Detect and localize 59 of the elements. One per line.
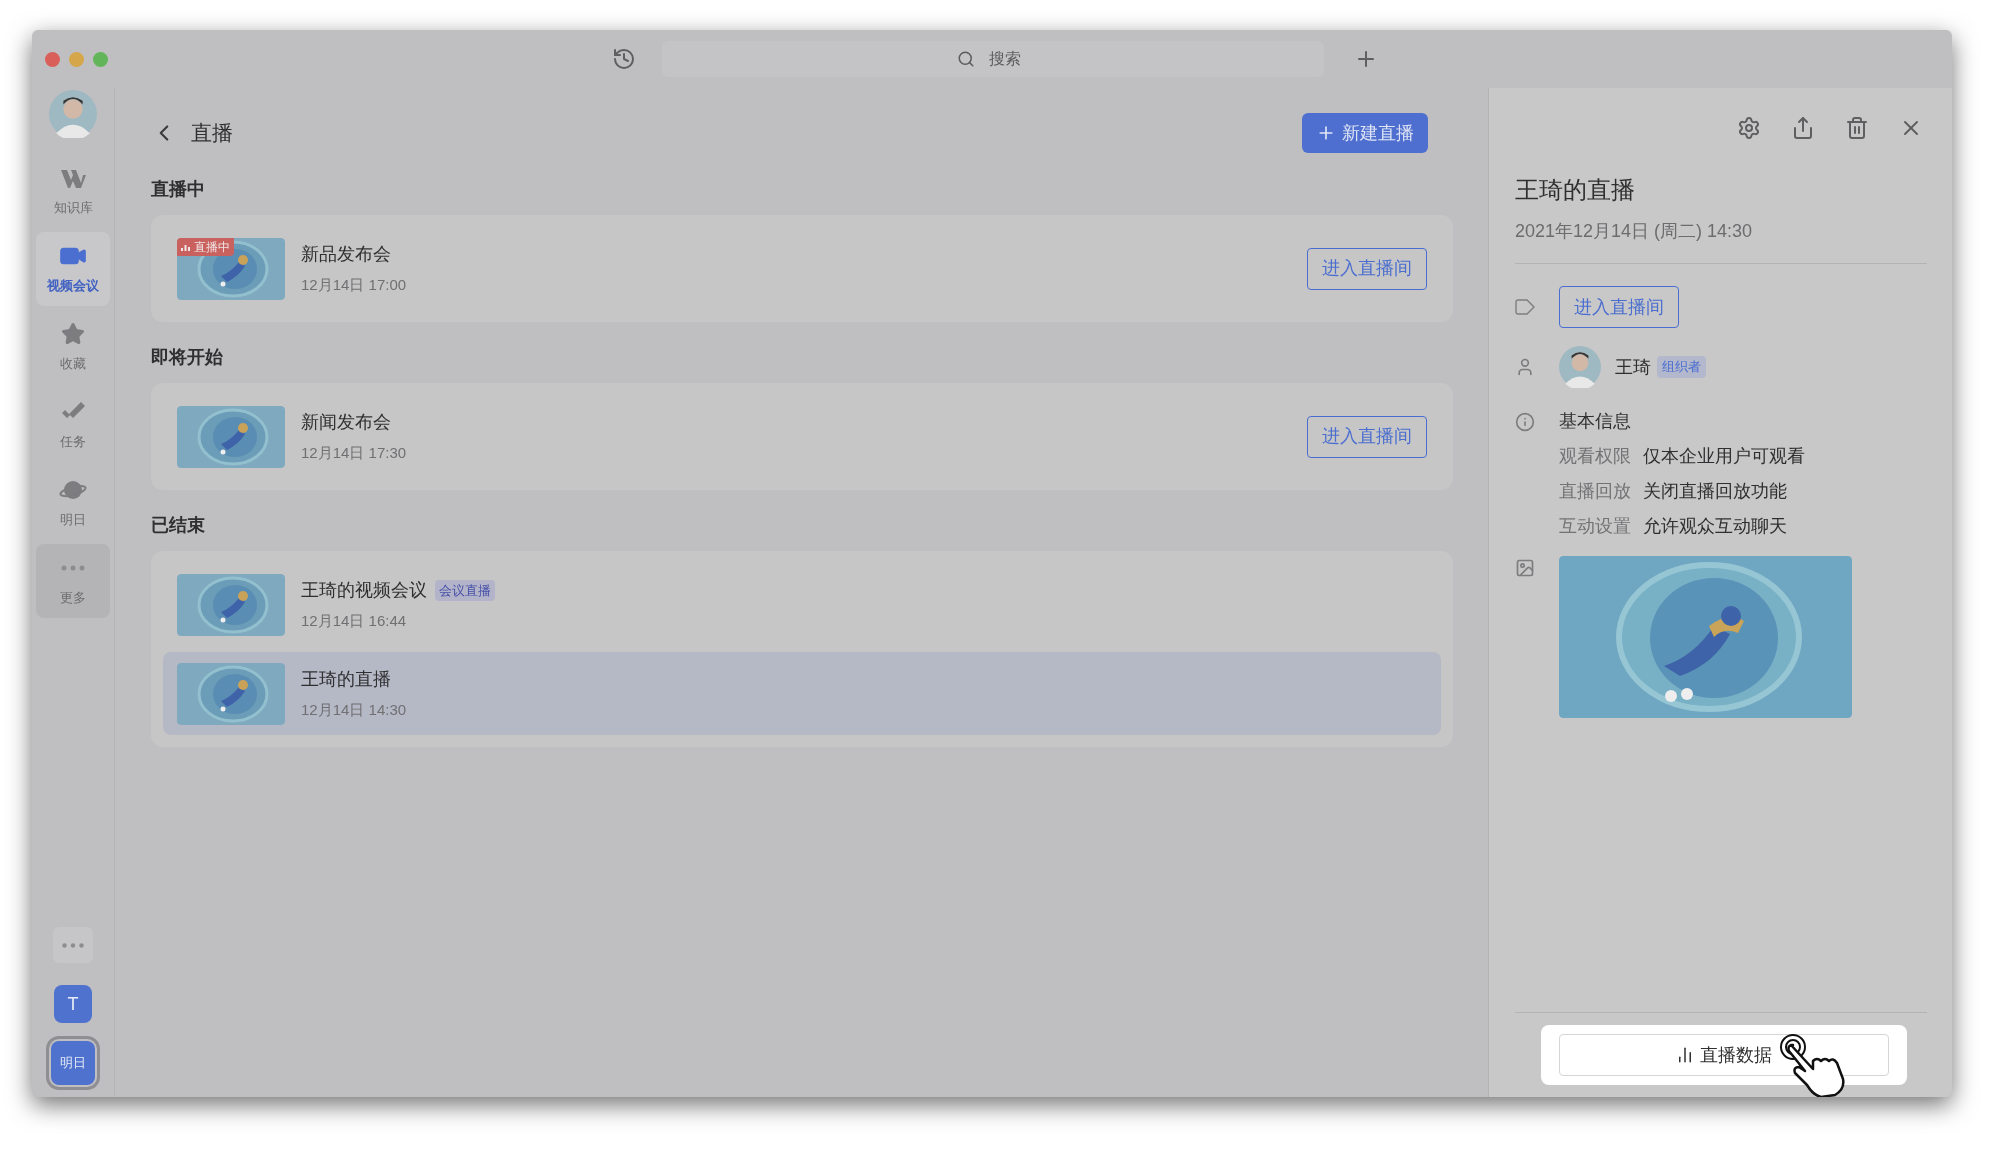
event-row[interactable]: 新闻发布会 12月14日 17:30 进入直播间 xyxy=(163,395,1441,478)
sidebar-item[interactable]: 知识库 xyxy=(36,154,110,228)
section-title: 直播中 xyxy=(151,178,206,201)
app-avatar[interactable]: T xyxy=(54,985,92,1023)
more-icon xyxy=(62,942,84,948)
info-value: 关闭直播回放功能 xyxy=(1643,480,1787,503)
detail-title: 王琦的直播 xyxy=(1515,175,1636,205)
star-icon xyxy=(61,322,85,347)
enter-live-button[interactable]: 进入直播间 xyxy=(1559,286,1679,328)
sidebar-item[interactable]: 视频会议 xyxy=(36,232,110,306)
detail-date: 2021年12月14日 (周二) 14:30 xyxy=(1515,220,1754,243)
history-icon[interactable] xyxy=(612,47,636,71)
sidebar-item[interactable]: 任务 xyxy=(36,388,110,462)
organizer-role-tag: 组织者 xyxy=(1657,356,1706,378)
event-row[interactable]: 王琦的直播 12月14日 14:30 xyxy=(163,652,1441,735)
event-title: 新品发布会 xyxy=(301,242,391,266)
sidebar-item[interactable]: 收藏 xyxy=(36,310,110,384)
event-time: 12月14日 17:00 xyxy=(301,274,407,295)
info-value: 仅本企业用户可观看 xyxy=(1643,445,1805,468)
close-window-button[interactable] xyxy=(45,51,60,67)
enter-live-button[interactable]: 进入直播间 xyxy=(1307,247,1427,290)
share-icon[interactable] xyxy=(1791,116,1815,140)
event-title: 王琦的视频会议 xyxy=(301,578,427,602)
event-time: 12月14日 16:44 xyxy=(301,610,408,631)
event-row[interactable]: 直播中 新品发布会 12月14日 17:00 进入直播间 xyxy=(163,227,1441,310)
live-data-button[interactable]: 直播数据 xyxy=(1559,1034,1889,1076)
page-title: 直播 xyxy=(191,120,233,147)
avatar-silhouette-icon xyxy=(1559,346,1601,388)
section-title: 即将开始 xyxy=(151,346,224,369)
search-icon xyxy=(957,50,975,68)
sidebar-item[interactable]: 更多 xyxy=(36,544,110,618)
person-icon xyxy=(1515,357,1535,377)
event-title: 新闻发布会 xyxy=(301,410,391,434)
sidebar-item[interactable]: 明日 xyxy=(36,466,110,540)
organizer-name: 王琦 xyxy=(1615,355,1651,379)
event-tag: 会议直播 xyxy=(435,579,495,601)
w-logo-icon xyxy=(60,168,86,189)
event-title: 王琦的直播 xyxy=(301,667,391,691)
info-value: 允许观众互动聊天 xyxy=(1643,515,1787,538)
live-badge: 直播中 xyxy=(177,237,234,256)
info-label: 观看权限 xyxy=(1559,445,1631,468)
info-label: 互动设置 xyxy=(1559,515,1631,538)
event-row[interactable]: 王琦的视频会议 会议直播 12月14日 16:44 xyxy=(163,563,1441,646)
search-field[interactable]: 搜索 xyxy=(662,41,1324,77)
image-icon xyxy=(1515,558,1535,578)
info-label: 直播回放 xyxy=(1559,480,1631,503)
avatar-silhouette-icon xyxy=(49,90,97,138)
enter-live-button[interactable]: 进入直播间 xyxy=(1307,415,1427,458)
info-icon xyxy=(1515,411,1535,432)
event-time: 12月14日 17:30 xyxy=(301,442,407,463)
more-icon xyxy=(61,565,85,572)
bar-chart-icon xyxy=(1676,1046,1694,1064)
settings-icon[interactable] xyxy=(1737,116,1761,140)
new-live-button[interactable]: 新建直播 xyxy=(1302,113,1428,153)
info-title: 基本信息 xyxy=(1559,410,1631,433)
event-time: 12月14日 14:30 xyxy=(301,699,407,720)
section-title: 已结束 xyxy=(151,514,206,537)
trash-icon[interactable] xyxy=(1845,116,1869,140)
signal-icon xyxy=(181,242,190,251)
